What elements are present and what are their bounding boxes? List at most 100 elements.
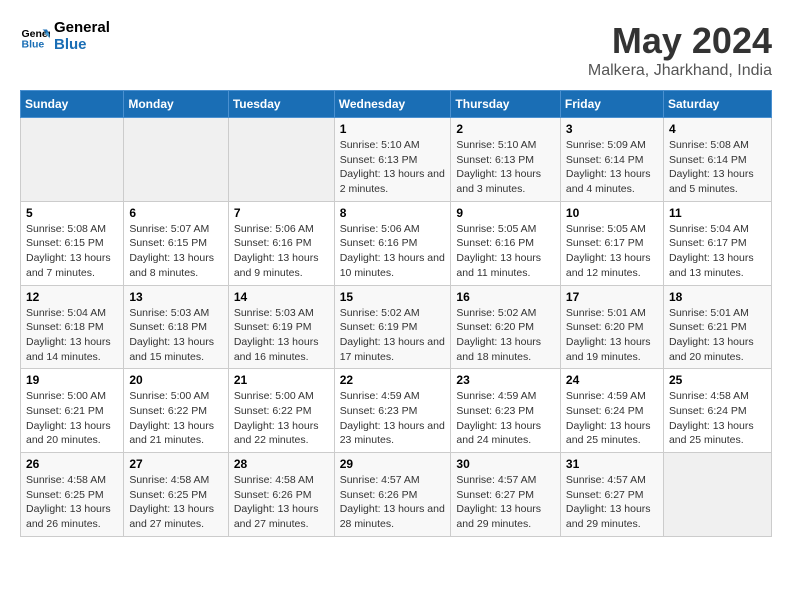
calendar-header-row: SundayMondayTuesdayWednesdayThursdayFrid… xyxy=(21,91,772,118)
calendar-cell: 27 Sunrise: 4:58 AMSunset: 6:25 PMDayligh… xyxy=(124,453,228,537)
day-number: 15 xyxy=(340,290,446,304)
calendar-cell: 29 Sunrise: 4:57 AMSunset: 6:26 PMDayligh… xyxy=(334,453,451,537)
calendar-cell: 6 Sunrise: 5:07 AMSunset: 6:15 PMDaylight… xyxy=(124,201,228,285)
day-number: 23 xyxy=(456,373,555,387)
day-number: 14 xyxy=(234,290,329,304)
calendar-cell: 14Sunrise: 5:03 AMSunset: 6:19 PMDayligh… xyxy=(228,285,334,369)
day-number: 28 xyxy=(234,457,329,471)
calendar-cell: 24 Sunrise: 4:59 AMSunset: 6:24 PMDayligh… xyxy=(560,369,663,453)
day-number: 1 xyxy=(340,122,446,136)
day-number: 24 xyxy=(566,373,658,387)
calendar-cell xyxy=(663,453,771,537)
title-area: May 2024 Malkera, Jharkhand, India xyxy=(588,20,772,80)
page-title: May 2024 xyxy=(588,20,772,62)
calendar-cell xyxy=(21,118,124,202)
day-number: 30 xyxy=(456,457,555,471)
calendar-cell: 11 Sunrise: 5:04 AMSunset: 6:17 PMDayligh… xyxy=(663,201,771,285)
calendar-cell: 2Sunrise: 5:10 AMSunset: 6:13 PMDaylight… xyxy=(451,118,561,202)
day-info: Sunrise: 4:58 AMSunset: 6:24 PMDaylight:… xyxy=(669,389,766,448)
calendar-cell: 4 Sunrise: 5:08 AMSunset: 6:14 PMDaylight… xyxy=(663,118,771,202)
day-number: 6 xyxy=(129,206,222,220)
calendar-cell: 22 Sunrise: 4:59 AMSunset: 6:23 PMDayligh… xyxy=(334,369,451,453)
day-info: Sunrise: 5:02 AMSunset: 6:20 PMDaylight:… xyxy=(456,306,555,365)
calendar-week-row: 5 Sunrise: 5:08 AMSunset: 6:15 PMDaylight… xyxy=(21,201,772,285)
day-number: 20 xyxy=(129,373,222,387)
day-info: Sunrise: 5:02 AMSunset: 6:19 PMDaylight:… xyxy=(340,306,446,365)
day-info: Sunrise: 5:10 AMSunset: 6:13 PMDaylight:… xyxy=(340,138,446,197)
calendar-cell: 7Sunrise: 5:06 AMSunset: 6:16 PMDaylight… xyxy=(228,201,334,285)
day-info: Sunrise: 4:57 AMSunset: 6:26 PMDaylight:… xyxy=(340,473,446,532)
calendar-cell: 12 Sunrise: 5:04 AMSunset: 6:18 PMDayligh… xyxy=(21,285,124,369)
day-info: Sunrise: 5:06 AMSunset: 6:16 PMDaylight:… xyxy=(234,222,329,281)
calendar-week-row: 19 Sunrise: 5:00 AMSunset: 6:21 PMDayligh… xyxy=(21,369,772,453)
day-info: Sunrise: 4:59 AMSunset: 6:24 PMDaylight:… xyxy=(566,389,658,448)
calendar-cell: 17 Sunrise: 5:01 AMSunset: 6:20 PMDayligh… xyxy=(560,285,663,369)
day-number: 27 xyxy=(129,457,222,471)
calendar-cell xyxy=(228,118,334,202)
day-number: 8 xyxy=(340,206,446,220)
day-number: 17 xyxy=(566,290,658,304)
header-wednesday: Wednesday xyxy=(334,91,451,118)
header-thursday: Thursday xyxy=(451,91,561,118)
day-number: 29 xyxy=(340,457,446,471)
calendar-cell: 16 Sunrise: 5:02 AMSunset: 6:20 PMDayligh… xyxy=(451,285,561,369)
day-number: 22 xyxy=(340,373,446,387)
day-number: 5 xyxy=(26,206,118,220)
day-number: 9 xyxy=(456,206,555,220)
day-info: Sunrise: 5:04 AMSunset: 6:17 PMDaylight:… xyxy=(669,222,766,281)
day-number: 16 xyxy=(456,290,555,304)
day-number: 18 xyxy=(669,290,766,304)
day-info: Sunrise: 4:58 AMSunset: 6:25 PMDaylight:… xyxy=(26,473,118,532)
calendar-cell: 5 Sunrise: 5:08 AMSunset: 6:15 PMDaylight… xyxy=(21,201,124,285)
day-number: 4 xyxy=(669,122,766,136)
day-info: Sunrise: 5:09 AMSunset: 6:14 PMDaylight:… xyxy=(566,138,658,197)
logo: General Blue General Blue xyxy=(20,20,110,53)
day-number: 12 xyxy=(26,290,118,304)
calendar-week-row: 1 Sunrise: 5:10 AMSunset: 6:13 PMDaylight… xyxy=(21,118,772,202)
day-number: 11 xyxy=(669,206,766,220)
calendar-cell: 25 Sunrise: 4:58 AMSunset: 6:24 PMDayligh… xyxy=(663,369,771,453)
calendar-cell: 23 Sunrise: 4:59 AMSunset: 6:23 PMDayligh… xyxy=(451,369,561,453)
calendar-cell: 1 Sunrise: 5:10 AMSunset: 6:13 PMDaylight… xyxy=(334,118,451,202)
calendar-week-row: 12 Sunrise: 5:04 AMSunset: 6:18 PMDayligh… xyxy=(21,285,772,369)
logo-icon: General Blue xyxy=(20,22,50,52)
svg-text:Blue: Blue xyxy=(22,38,45,50)
header: General Blue General Blue May 2024 Malke… xyxy=(20,20,772,80)
day-info: Sunrise: 5:07 AMSunset: 6:15 PMDaylight:… xyxy=(129,222,222,281)
day-number: 21 xyxy=(234,373,329,387)
calendar-cell: 19 Sunrise: 5:00 AMSunset: 6:21 PMDayligh… xyxy=(21,369,124,453)
calendar-cell: 8Sunrise: 5:06 AMSunset: 6:16 PMDaylight… xyxy=(334,201,451,285)
day-info: Sunrise: 4:58 AMSunset: 6:26 PMDaylight:… xyxy=(234,473,329,532)
calendar-cell: 9Sunrise: 5:05 AMSunset: 6:16 PMDaylight… xyxy=(451,201,561,285)
calendar-cell xyxy=(124,118,228,202)
day-info: Sunrise: 5:05 AMSunset: 6:17 PMDaylight:… xyxy=(566,222,658,281)
header-friday: Friday xyxy=(560,91,663,118)
calendar-cell: 18Sunrise: 5:01 AMSunset: 6:21 PMDayligh… xyxy=(663,285,771,369)
day-info: Sunrise: 5:08 AMSunset: 6:14 PMDaylight:… xyxy=(669,138,766,197)
day-info: Sunrise: 5:01 AMSunset: 6:20 PMDaylight:… xyxy=(566,306,658,365)
calendar-week-row: 26 Sunrise: 4:58 AMSunset: 6:25 PMDayligh… xyxy=(21,453,772,537)
page-subtitle: Malkera, Jharkhand, India xyxy=(588,62,772,80)
header-monday: Monday xyxy=(124,91,228,118)
day-info: Sunrise: 4:59 AMSunset: 6:23 PMDaylight:… xyxy=(456,389,555,448)
calendar-cell: 3Sunrise: 5:09 AMSunset: 6:14 PMDaylight… xyxy=(560,118,663,202)
day-info: Sunrise: 5:00 AMSunset: 6:21 PMDaylight:… xyxy=(26,389,118,448)
header-saturday: Saturday xyxy=(663,91,771,118)
calendar-table: SundayMondayTuesdayWednesdayThursdayFrid… xyxy=(20,90,772,537)
header-tuesday: Tuesday xyxy=(228,91,334,118)
day-number: 26 xyxy=(26,457,118,471)
day-info: Sunrise: 4:59 AMSunset: 6:23 PMDaylight:… xyxy=(340,389,446,448)
day-info: Sunrise: 5:03 AMSunset: 6:18 PMDaylight:… xyxy=(129,306,222,365)
day-info: Sunrise: 5:04 AMSunset: 6:18 PMDaylight:… xyxy=(26,306,118,365)
day-info: Sunrise: 5:00 AMSunset: 6:22 PMDaylight:… xyxy=(129,389,222,448)
day-info: Sunrise: 4:57 AMSunset: 6:27 PMDaylight:… xyxy=(566,473,658,532)
day-number: 31 xyxy=(566,457,658,471)
day-number: 25 xyxy=(669,373,766,387)
day-number: 19 xyxy=(26,373,118,387)
day-info: Sunrise: 4:58 AMSunset: 6:25 PMDaylight:… xyxy=(129,473,222,532)
day-info: Sunrise: 4:57 AMSunset: 6:27 PMDaylight:… xyxy=(456,473,555,532)
day-number: 13 xyxy=(129,290,222,304)
calendar-cell: 10Sunrise: 5:05 AMSunset: 6:17 PMDayligh… xyxy=(560,201,663,285)
day-info: Sunrise: 5:08 AMSunset: 6:15 PMDaylight:… xyxy=(26,222,118,281)
calendar-cell: 31 Sunrise: 4:57 AMSunset: 6:27 PMDayligh… xyxy=(560,453,663,537)
